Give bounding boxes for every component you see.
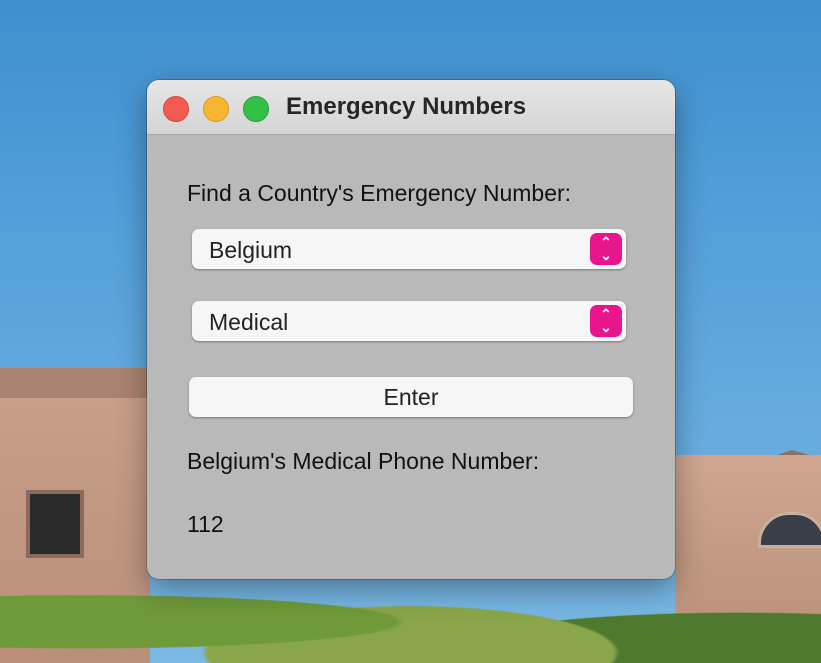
result-value: 112 (187, 511, 224, 537)
title-bar[interactable]: Emergency Numbers (147, 80, 675, 135)
close-button[interactable] (163, 96, 189, 122)
country-select-value: Belgium (209, 237, 293, 263)
minimize-button[interactable] (203, 96, 229, 122)
form-heading: Find a Country's Emergency Number: (187, 180, 572, 206)
country-select[interactable]: Belgium ⌃ ⌄ (192, 229, 626, 269)
app-window: Emergency Numbers Find a Country's Emerg… (147, 80, 675, 579)
service-select-value: Medical (209, 309, 289, 335)
enter-button[interactable]: Enter (189, 377, 633, 417)
up-down-chevron-icon: ⌃ ⌄ (590, 305, 622, 337)
zoom-button[interactable] (243, 96, 269, 122)
up-down-chevron-icon: ⌃ ⌄ (590, 233, 622, 265)
result-label: Belgium's Medical Phone Number: (187, 448, 540, 474)
window-title: Emergency Numbers (286, 93, 527, 120)
service-select[interactable]: Medical ⌃ ⌄ (192, 301, 626, 341)
